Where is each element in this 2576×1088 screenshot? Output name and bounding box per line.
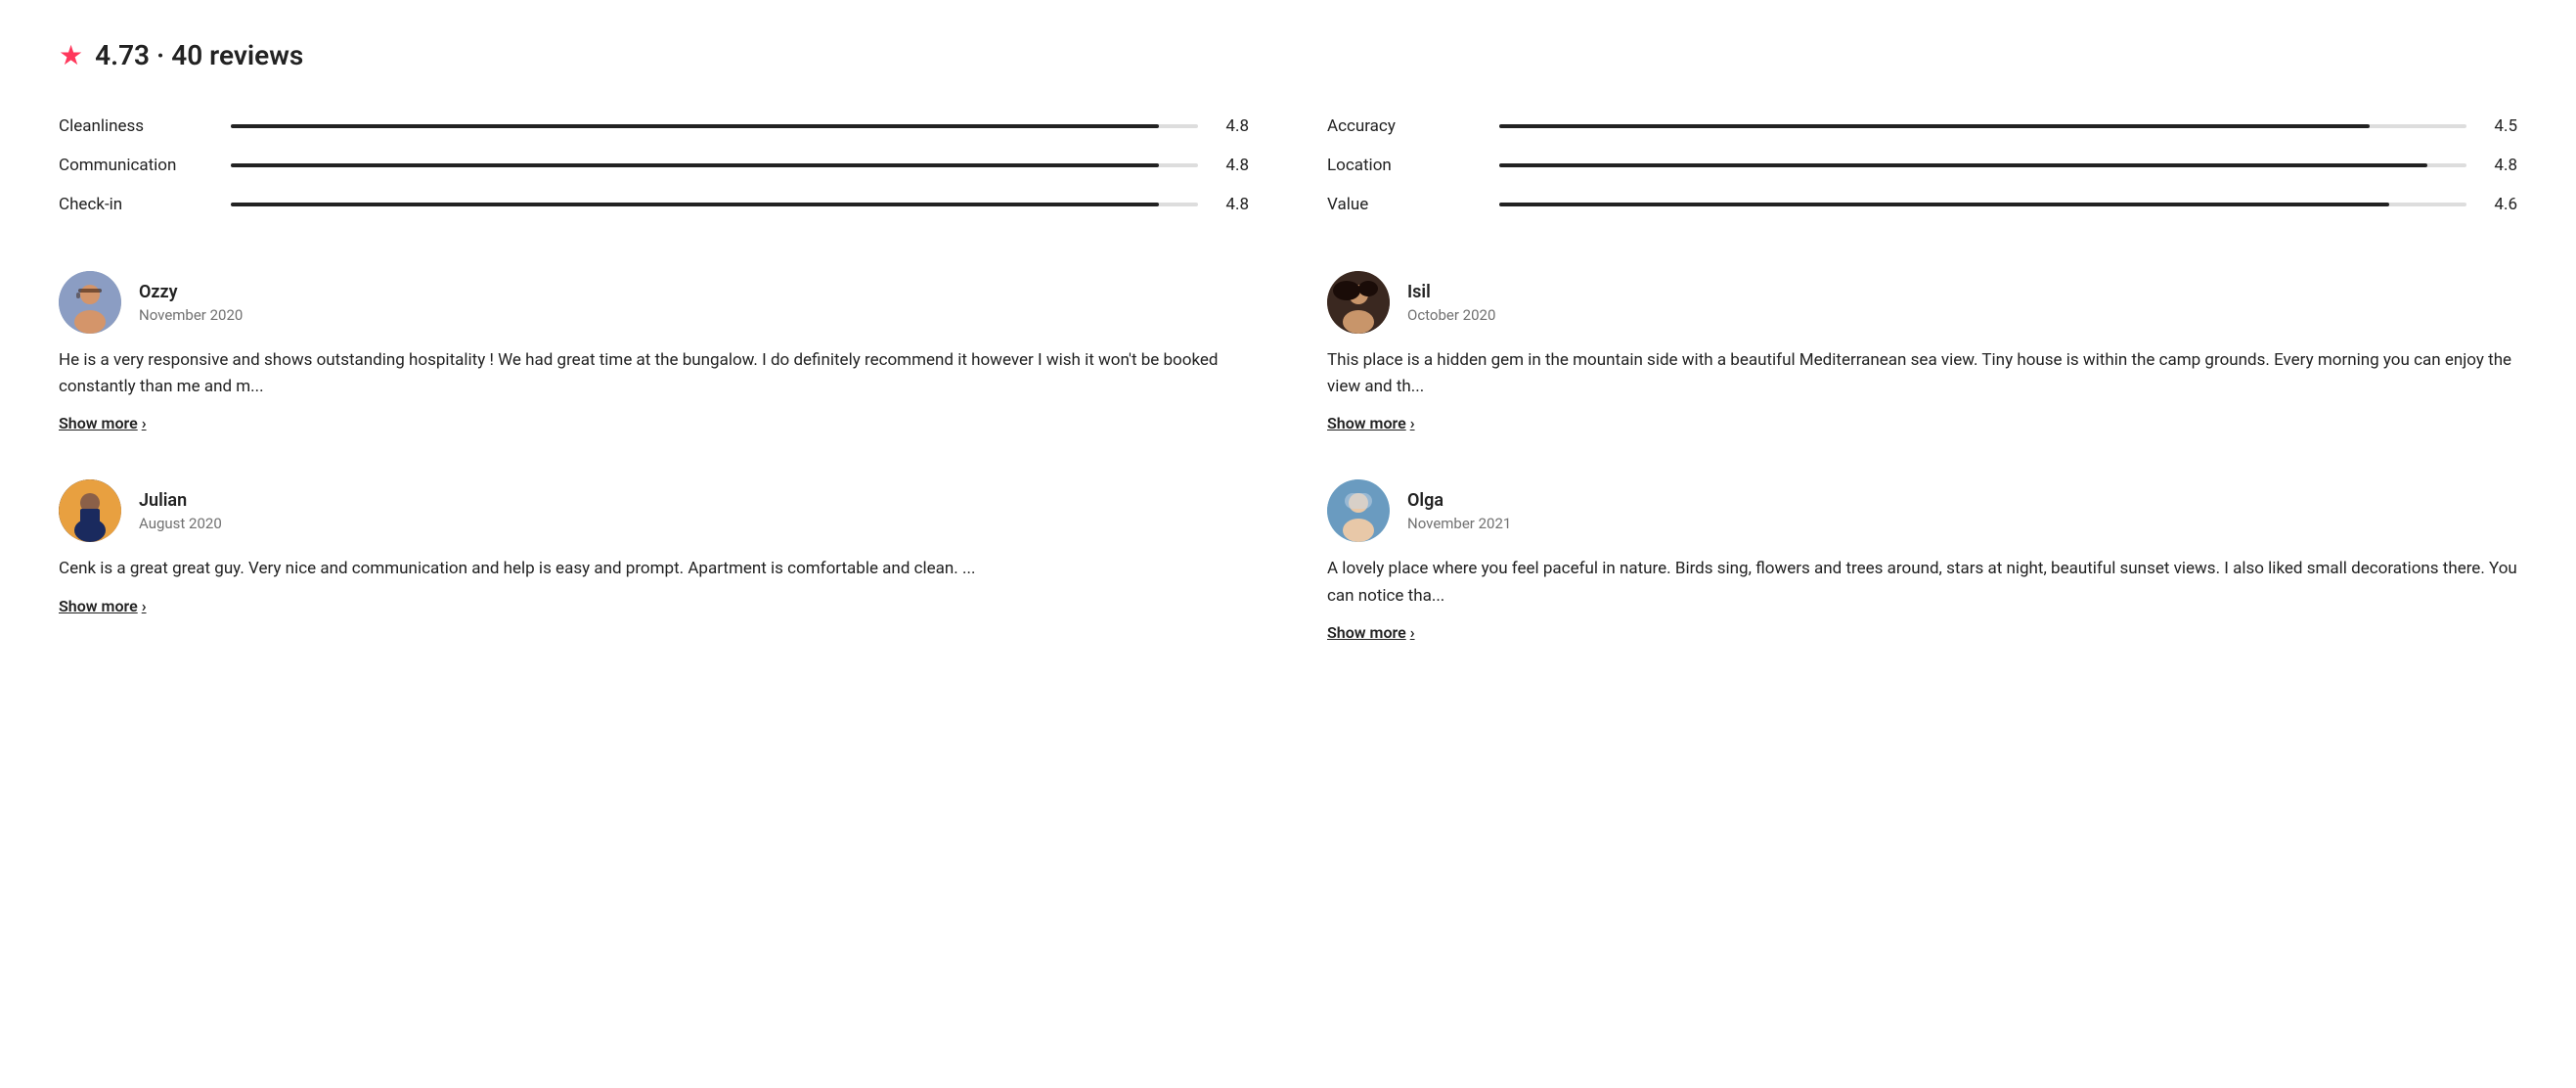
communication-bar (231, 163, 1198, 167)
checkin-bar (231, 203, 1198, 206)
reviewer-info-julian: Julian August 2020 (59, 479, 1249, 542)
review-card-ozzy: Ozzy November 2020 He is a very responsi… (59, 271, 1249, 432)
reviews-header: ★ 4.73 · 40 reviews (59, 39, 2517, 71)
location-bar-fill (1499, 163, 2427, 167)
reviewer-name-olga: Olga (1407, 490, 1511, 511)
value-bar (1499, 203, 2466, 206)
ratings-right-column: Accuracy 4.5 Location 4.8 Value 4.6 (1327, 107, 2517, 224)
checkin-row: Check-in 4.8 (59, 185, 1249, 224)
value-label: Value (1327, 195, 1484, 214)
checkin-label: Check-in (59, 195, 215, 214)
value-row: Value 4.6 (1327, 185, 2517, 224)
accuracy-bar (1499, 124, 2466, 128)
header-rating: 4.73 · 40 reviews (95, 39, 303, 71)
cleanliness-label: Cleanliness (59, 116, 215, 136)
ratings-left-column: Cleanliness 4.8 Communication 4.8 Check-… (59, 107, 1249, 224)
location-value: 4.8 (2482, 156, 2517, 175)
accuracy-bar-fill (1499, 124, 2370, 128)
accuracy-row: Accuracy 4.5 (1327, 107, 2517, 146)
avatar-ozzy (59, 271, 121, 334)
reviewer-details-olga: Olga November 2021 (1407, 490, 1511, 532)
review-text-isil: This place is a hidden gem in the mounta… (1327, 347, 2517, 400)
avatar-julian (59, 479, 121, 542)
reviews-grid: Ozzy November 2020 He is a very responsi… (59, 271, 2517, 642)
checkin-bar-fill (231, 203, 1159, 206)
review-text-olga: A lovely place where you feel paceful in… (1327, 556, 2517, 609)
review-card-isil: Isil October 2020 This place is a hidden… (1327, 271, 2517, 432)
reviewer-date-julian: August 2020 (139, 515, 222, 532)
reviewer-date-isil: October 2020 (1407, 306, 1495, 324)
review-text-ozzy: He is a very responsive and shows outsta… (59, 347, 1249, 400)
checkin-value: 4.8 (1214, 195, 1249, 214)
value-value: 4.6 (2482, 195, 2517, 214)
reviewer-info-olga: Olga November 2021 (1327, 479, 2517, 542)
cleanliness-bar-fill (231, 124, 1159, 128)
location-label: Location (1327, 156, 1484, 175)
reviewer-info-isil: Isil October 2020 (1327, 271, 2517, 334)
show-more-ozzy[interactable]: Show more › (59, 414, 1249, 432)
communication-row: Communication 4.8 (59, 146, 1249, 185)
reviewer-details-julian: Julian August 2020 (139, 490, 222, 532)
location-bar (1499, 163, 2466, 167)
avatar-olga (1327, 479, 1390, 542)
reviewer-date-ozzy: November 2020 (139, 306, 243, 324)
reviewer-name-ozzy: Ozzy (139, 282, 243, 302)
reviewer-info-ozzy: Ozzy November 2020 (59, 271, 1249, 334)
location-row: Location 4.8 (1327, 146, 2517, 185)
cleanliness-bar (231, 124, 1198, 128)
reviewer-name-isil: Isil (1407, 282, 1495, 302)
review-card-olga: Olga November 2021 A lovely place where … (1327, 479, 2517, 641)
value-bar-fill (1499, 203, 2389, 206)
cleanliness-value: 4.8 (1214, 116, 1249, 136)
show-more-olga[interactable]: Show more › (1327, 623, 2517, 642)
show-more-isil[interactable]: Show more › (1327, 414, 2517, 432)
reviewer-details-isil: Isil October 2020 (1407, 282, 1495, 324)
communication-label: Communication (59, 156, 215, 175)
accuracy-label: Accuracy (1327, 116, 1484, 136)
reviewer-details-ozzy: Ozzy November 2020 (139, 282, 243, 324)
accuracy-value: 4.5 (2482, 116, 2517, 136)
reviewer-date-olga: November 2021 (1407, 515, 1511, 532)
avatar-isil (1327, 271, 1390, 334)
star-icon: ★ (59, 39, 83, 71)
communication-bar-fill (231, 163, 1159, 167)
communication-value: 4.8 (1214, 156, 1249, 175)
ratings-grid: Cleanliness 4.8 Communication 4.8 Check-… (59, 107, 2517, 224)
review-card-julian: Julian August 2020 Cenk is a great great… (59, 479, 1249, 641)
review-text-julian: Cenk is a great great guy. Very nice and… (59, 556, 1249, 582)
cleanliness-row: Cleanliness 4.8 (59, 107, 1249, 146)
show-more-julian[interactable]: Show more › (59, 597, 1249, 615)
reviewer-name-julian: Julian (139, 490, 222, 511)
